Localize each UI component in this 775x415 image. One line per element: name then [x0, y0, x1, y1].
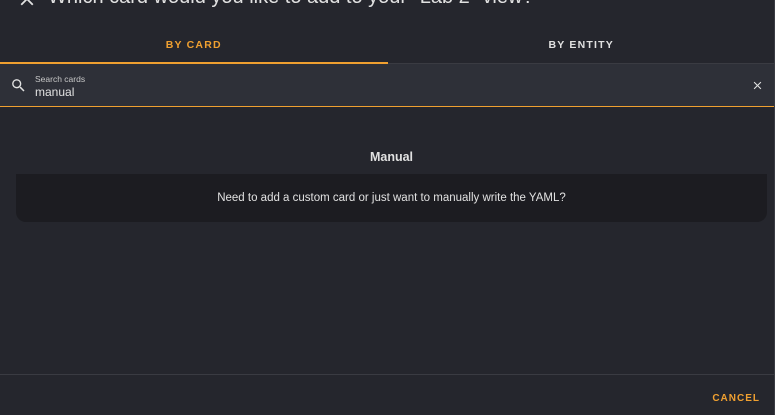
search-input[interactable]: [35, 84, 715, 100]
tab-by-card[interactable]: BY CARD: [0, 26, 388, 64]
dialog-title: Which card would you like to add to your…: [48, 0, 534, 9]
card-manual[interactable]: Need to add a custom card or just want t…: [16, 174, 767, 222]
search-label: Search cards: [35, 74, 86, 84]
add-card-dialog: Which card would you like to add to your…: [0, 0, 775, 415]
card-title-manual: Manual: [369, 150, 414, 164]
dialog-footer: CANCEL: [0, 374, 775, 415]
dialog-header: Which card would you like to add to your…: [0, 0, 775, 18]
close-icon[interactable]: [16, 0, 38, 10]
tab-by-entity[interactable]: BY ENTITY: [388, 26, 775, 63]
search-icon: [10, 77, 27, 94]
search-field[interactable]: Search cards: [0, 64, 775, 107]
cancel-button[interactable]: CANCEL: [712, 393, 760, 404]
card-description: Need to add a custom card or just want t…: [217, 192, 566, 204]
tab-bar: BY CARD BY ENTITY: [0, 26, 775, 64]
clear-icon[interactable]: [751, 79, 764, 92]
